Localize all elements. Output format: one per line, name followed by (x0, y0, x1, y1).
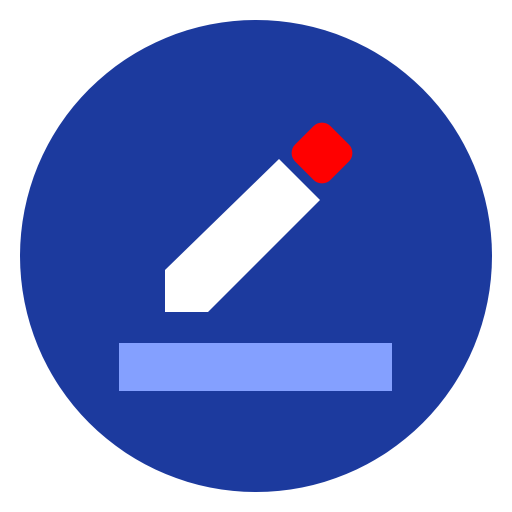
underline-bar (119, 343, 392, 391)
app-icon[interactable] (0, 0, 512, 512)
app-icon-graphic (20, 20, 492, 492)
